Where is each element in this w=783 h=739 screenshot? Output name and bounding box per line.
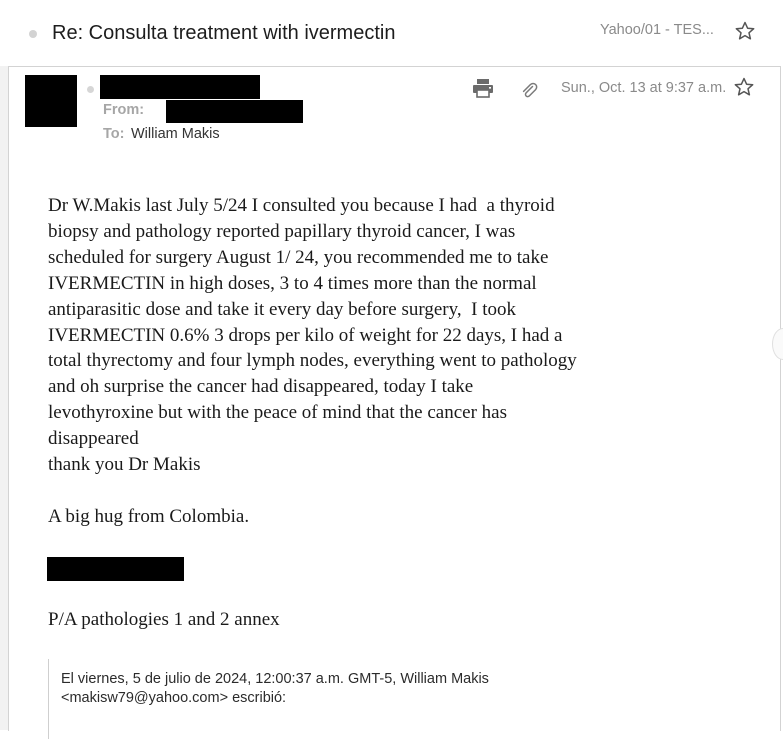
sender-email-redacted	[166, 100, 303, 123]
thread-folder[interactable]: Yahoo/01 - TES...	[600, 22, 714, 38]
paperclip-icon[interactable]	[519, 80, 539, 100]
body-line: levothyroxine but with the peace of mind…	[48, 402, 508, 424]
recipient-name[interactable]: William Makis	[131, 126, 220, 142]
body-line: Dr W.Makis last July 5/24 I consulted yo…	[48, 195, 555, 216]
thread-subject: Re: Consulta treatment with ivermectin	[52, 22, 396, 44]
body-line: biopsy and pathology reported papillary …	[48, 220, 516, 242]
body-line: total thyrectomy and four lymph nodes, e…	[48, 350, 577, 372]
greeting-line: A big hug from Colombia.	[48, 505, 250, 527]
body-line: thank you Dr Makis	[48, 454, 201, 476]
body-line: scheduled for surgery August 1/ 24, you …	[48, 246, 549, 268]
message-date: Sun., Oct. 13 at 9:37 a.m.	[561, 80, 727, 96]
body-line: IVERMECTIN in high doses, 3 to 4 times m…	[48, 272, 537, 294]
body-line: and oh surprise the cancer had disappear…	[48, 376, 474, 398]
quoted-header: El viernes, 5 de julio de 2024, 12:00:37…	[61, 670, 581, 708]
sender-avatar-redacted	[25, 75, 77, 127]
star-icon[interactable]	[735, 21, 755, 41]
body-line: antiparasitic dose and take it every day…	[48, 298, 516, 320]
star-icon[interactable]	[734, 77, 754, 97]
body-line: IVERMECTIN 0.6% 3 drops per kilo of weig…	[48, 324, 563, 346]
printer-icon[interactable]	[472, 78, 494, 98]
sender-name-redacted	[100, 75, 260, 99]
unread-dot	[29, 30, 37, 38]
postscript-line: P/A pathologies 1 and 2 annex	[48, 609, 280, 631]
body-line: disappeared	[48, 428, 139, 450]
signature-redacted	[47, 557, 184, 581]
quoted-header-line: El viernes, 5 de julio de 2024, 12:00:37…	[61, 671, 489, 687]
from-label: From:	[103, 102, 145, 118]
thread-header[interactable]: Re: Consulta treatment with ivermectin Y…	[0, 0, 783, 66]
to-label: To:	[103, 126, 125, 142]
quoted-header-line: <makisw79@yahoo.com> escribió:	[61, 690, 287, 706]
sender-status-dot	[87, 86, 94, 93]
